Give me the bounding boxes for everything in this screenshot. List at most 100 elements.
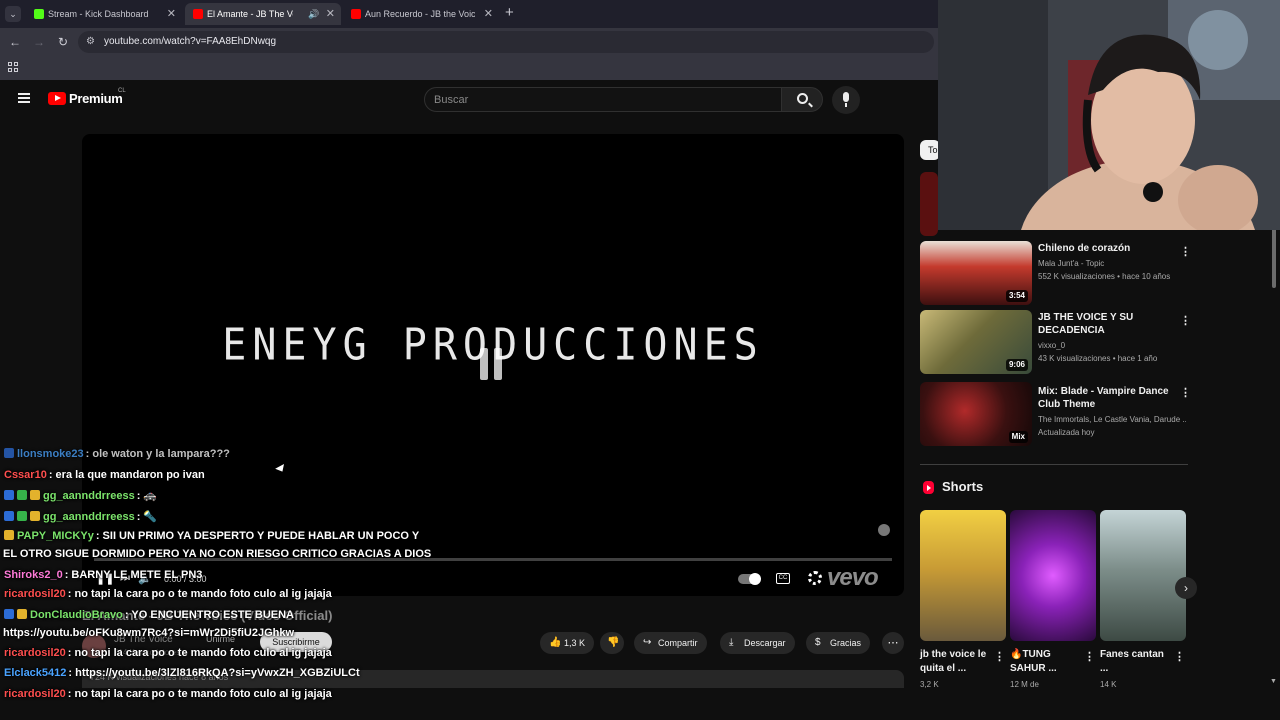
bookmarks-bar xyxy=(0,56,938,80)
apps-grid-icon[interactable] xyxy=(8,62,18,72)
webcam-feed-image xyxy=(938,0,1280,230)
chat-message: gg_aannddrreess: 🔦 xyxy=(4,510,157,523)
channel-name[interactable]: Mala Junt'a - Topic xyxy=(1038,258,1186,269)
browser-tab-el-amante[interactable]: El Amante - JB The Voice (V 🔊 ✕ xyxy=(185,3,341,25)
channel-name[interactable]: The Immortals, Le Castle Vania, Darude .… xyxy=(1038,414,1186,425)
video-thumbnail[interactable]: 9:06 xyxy=(920,310,1032,374)
chat-message: ricardosil20: no tapi la cara po o te ma… xyxy=(4,688,332,700)
short-item[interactable]: Fanes cantan ... 14 K ⋮ xyxy=(1100,510,1186,690)
video-title[interactable]: JB THE VOICE Y SU DECADENCIA xyxy=(1038,311,1176,337)
more-options-icon[interactable]: ⋮ xyxy=(1180,314,1191,327)
speaker-icon[interactable]: 🔊 xyxy=(308,3,319,25)
download-button[interactable]: ⤓ Descargar xyxy=(720,632,795,654)
channel-watermark-icon[interactable] xyxy=(878,524,890,536)
address-bar[interactable]: ⚙ youtube.com/watch?v=FAA8EhDNwqg xyxy=(78,31,934,53)
more-options-icon[interactable]: ⋮ xyxy=(1180,245,1191,258)
shorts-icon xyxy=(923,481,934,494)
recommendation-item[interactable]: 9:06 JB THE VOICE Y SU DECADENCIA vixxo_… xyxy=(920,310,1191,374)
video-title[interactable]: Chileno de corazón xyxy=(1038,242,1176,255)
shorts-title: Shorts xyxy=(942,479,984,494)
youtube-favicon-icon xyxy=(193,9,203,19)
close-tab-icon[interactable]: ✕ xyxy=(326,3,335,25)
share-label: Compartir xyxy=(658,638,698,648)
autoplay-toggle[interactable] xyxy=(738,573,761,585)
microphone-icon xyxy=(843,92,849,107)
thanks-button[interactable]: $ Gracias xyxy=(806,632,871,654)
recommendation-item[interactable]: Mix Mix: Blade - Vampire Dance Club Them… xyxy=(920,382,1191,446)
chat-message: Cssar10: era la que mandaron po ivan xyxy=(4,469,205,481)
video-meta: Actualizada hoy xyxy=(1038,428,1095,437)
new-tab-button[interactable]: + xyxy=(505,4,514,21)
more-options-icon[interactable]: ⋮ xyxy=(1180,386,1191,399)
chat-badge-icon xyxy=(4,448,14,458)
video-thumbnail[interactable]: Mix xyxy=(920,382,1032,446)
chat-badge-icon xyxy=(4,530,14,540)
more-actions-button[interactable]: ⋯ xyxy=(882,632,904,654)
chat-badge-icon xyxy=(4,490,14,500)
thanks-label: Gracias xyxy=(830,638,862,648)
short-views: 14 K xyxy=(1100,680,1117,689)
short-item[interactable]: jb the voice le quita el ... 3,2 K ⋮ xyxy=(920,510,1006,690)
search-button[interactable] xyxy=(781,87,823,112)
video-title[interactable]: Mix: Blade - Vampire Dance Club Theme xyxy=(1038,385,1176,411)
duration-badge: 3:54 xyxy=(1005,290,1028,302)
webcam-overlay xyxy=(938,0,1280,230)
youtube-logo-icon[interactable] xyxy=(48,92,66,105)
youtube-premium-logo-text[interactable]: Premium xyxy=(69,91,123,106)
chat-message: Elclack5412: https://youtu.be/3lZl816RkQ… xyxy=(4,667,360,679)
short-views: 3,2 K xyxy=(920,680,939,689)
chat-badge-icon xyxy=(17,490,27,500)
search-box xyxy=(424,87,782,112)
close-tab-icon[interactable]: ✕ xyxy=(484,3,493,25)
short-title[interactable]: jb the voice le quita el ... xyxy=(920,648,990,676)
vevo-logo: vevo xyxy=(827,564,879,591)
short-thumbnail[interactable] xyxy=(1010,510,1096,641)
search-input[interactable] xyxy=(434,92,754,108)
chat-badge-icon xyxy=(17,609,27,619)
menu-icon[interactable] xyxy=(18,93,30,103)
more-options-icon[interactable]: ⋮ xyxy=(1174,650,1185,663)
forward-arrow-icon[interactable]: → xyxy=(31,34,47,50)
tab-search-button[interactable]: ⌄ xyxy=(5,6,21,22)
share-icon: ↪ xyxy=(643,637,652,648)
reload-icon[interactable]: ↻ xyxy=(55,34,71,50)
video-meta: 552 K visualizaciones • hace 10 años xyxy=(1038,272,1171,281)
scroll-down-arrow-icon[interactable]: ▼ xyxy=(1270,678,1277,685)
kick-favicon-icon xyxy=(34,9,44,19)
close-tab-icon[interactable]: ✕ xyxy=(167,3,176,25)
pause-icon[interactable] xyxy=(480,348,506,380)
more-options-icon[interactable]: ⋮ xyxy=(994,650,1005,663)
chat-message: Shiroks2_0: BARNY LE METE EL PN3 xyxy=(4,569,203,581)
short-thumbnail[interactable] xyxy=(920,510,1006,641)
short-title[interactable]: 🔥TUNG SAHUR ... xyxy=(1010,648,1080,676)
chat-badge-icon xyxy=(30,490,40,500)
chat-message-continued: EL OTRO SIGUE DORMIDO PERO YA NO CON RIE… xyxy=(3,548,432,560)
browser-tab-kick[interactable]: Stream - Kick Dashboard ✕ xyxy=(26,3,182,25)
partial-thumbnail[interactable] xyxy=(920,172,938,236)
scrollbar[interactable] xyxy=(1272,228,1276,288)
download-label: Descargar xyxy=(744,638,786,648)
subtitles-icon[interactable]: CC xyxy=(776,573,790,584)
voice-search-button[interactable] xyxy=(832,86,860,114)
chat-badge-icon xyxy=(17,511,27,521)
video-thumbnail[interactable]: 3:54 xyxy=(920,241,1032,305)
url-text: youtube.com/watch?v=FAA8EhDNwqg xyxy=(104,36,277,47)
more-options-icon[interactable]: ⋮ xyxy=(1084,650,1095,663)
filter-chip[interactable]: To xyxy=(920,140,940,160)
chevron-right-icon[interactable]: › xyxy=(1175,577,1197,599)
short-item[interactable]: 🔥TUNG SAHUR ... 12 M de ⋮ xyxy=(1010,510,1096,690)
mix-badge: Mix xyxy=(1008,431,1028,443)
channel-name[interactable]: vixxo_0 xyxy=(1038,340,1186,351)
recommendation-item[interactable]: 3:54 Chileno de corazón Mala Junt'a - To… xyxy=(920,241,1191,305)
chat-message: ricardosil20: no tapi la cara po o te ma… xyxy=(4,588,332,600)
site-info-icon[interactable]: ⚙ xyxy=(86,36,95,47)
chat-badge-icon xyxy=(4,609,14,619)
short-title[interactable]: Fanes cantan ... xyxy=(1100,648,1170,676)
dislike-button[interactable]: 👎 xyxy=(600,632,624,654)
share-button[interactable]: ↪ Compartir xyxy=(634,632,707,654)
browser-tab-aun-recuerdo[interactable]: Aun Recuerdo - JB the Voice F ✕ xyxy=(343,3,499,25)
back-arrow-icon[interactable]: ← xyxy=(7,34,23,50)
short-thumbnail[interactable] xyxy=(1100,510,1186,641)
settings-icon[interactable] xyxy=(808,571,822,585)
thanks-icon: $ xyxy=(815,637,821,648)
